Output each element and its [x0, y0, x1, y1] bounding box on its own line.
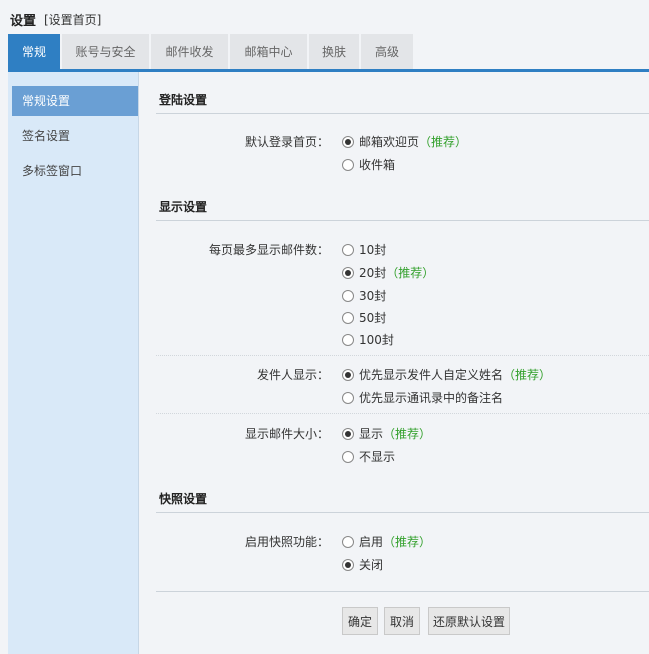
tab-advanced[interactable]: 高级	[361, 34, 413, 70]
mail-size-label: 显示邮件大小：	[244, 427, 329, 441]
tab-mailbox-center[interactable]: 邮箱中心	[230, 34, 307, 70]
tab-account-security[interactable]: 账号与安全	[62, 34, 149, 70]
option-snapshot-disable[interactable]: 关闭	[342, 556, 383, 573]
radio-icon[interactable]	[342, 334, 354, 346]
ok-button[interactable]: 确定	[342, 607, 378, 635]
tab-mail-send-receive[interactable]: 邮件收发	[151, 34, 228, 70]
option-30[interactable]: 30封	[342, 287, 386, 304]
radio-checked-icon[interactable]	[342, 267, 354, 279]
reset-defaults-button[interactable]: 还原默认设置	[428, 607, 510, 635]
sidebar-item-general[interactable]: 常规设置	[12, 86, 138, 116]
breadcrumb: [设置首页]	[44, 13, 102, 27]
settings-content: 登陆设置 默认登录首页： 邮箱欢迎页（推荐） 收件箱 显示设置 每页最多显示邮件…	[139, 72, 649, 654]
radio-icon[interactable]	[342, 244, 354, 256]
option-10[interactable]: 10封	[342, 241, 386, 258]
radio-icon[interactable]	[342, 312, 354, 324]
option-inbox[interactable]: 收件箱	[342, 156, 395, 173]
radio-checked-icon[interactable]	[342, 559, 354, 571]
page-title: 设置	[10, 14, 37, 29]
page-header: 设置 [设置首页]	[0, 0, 649, 34]
option-sender-contact-note[interactable]: 优先显示通讯录中的备注名	[342, 389, 503, 406]
radio-icon[interactable]	[342, 159, 354, 171]
sidebar: 常规设置 签名设置 多标签窗口	[8, 72, 139, 654]
divider	[156, 355, 649, 356]
per-page-label: 每页最多显示邮件数：	[208, 243, 329, 257]
divider	[156, 113, 649, 114]
tab-general[interactable]: 常规	[8, 34, 60, 70]
sidebar-item-multi-tab[interactable]: 多标签窗口	[12, 156, 138, 186]
radio-icon[interactable]	[342, 536, 354, 548]
tab-skin[interactable]: 换肤	[309, 34, 359, 70]
option-50[interactable]: 50封	[342, 309, 386, 326]
section-title-snapshot: 快照设置	[159, 492, 208, 506]
radio-checked-icon[interactable]	[342, 136, 354, 148]
radio-icon[interactable]	[342, 290, 354, 302]
default-home-label: 默认登录首页：	[244, 135, 329, 149]
section-title-login: 登陆设置	[159, 93, 208, 107]
radio-icon[interactable]	[342, 451, 354, 463]
option-snapshot-enable[interactable]: 启用（推荐）	[342, 533, 431, 550]
divider	[156, 591, 649, 592]
option-sender-custom-name[interactable]: 优先显示发件人自定义姓名（推荐）	[342, 366, 551, 383]
radio-checked-icon[interactable]	[342, 369, 354, 381]
divider	[156, 413, 649, 414]
cancel-button[interactable]: 取消	[384, 607, 420, 635]
sidebar-item-signature[interactable]: 签名设置	[12, 121, 138, 151]
option-show-size[interactable]: 显示（推荐）	[342, 425, 431, 442]
tab-bar: 常规 账号与安全 邮件收发 邮箱中心 换肤 高级	[8, 34, 649, 70]
sender-display-label: 发件人显示：	[256, 368, 329, 382]
radio-checked-icon[interactable]	[342, 428, 354, 440]
radio-icon[interactable]	[342, 392, 354, 404]
option-hide-size[interactable]: 不显示	[342, 448, 395, 465]
divider	[156, 512, 649, 513]
option-20[interactable]: 20封（推荐）	[342, 264, 434, 281]
option-welcome-page[interactable]: 邮箱欢迎页（推荐）	[342, 133, 467, 150]
option-100[interactable]: 100封	[342, 331, 394, 348]
divider	[156, 220, 649, 221]
snapshot-label: 启用快照功能：	[244, 535, 329, 549]
section-title-display: 显示设置	[159, 200, 208, 214]
